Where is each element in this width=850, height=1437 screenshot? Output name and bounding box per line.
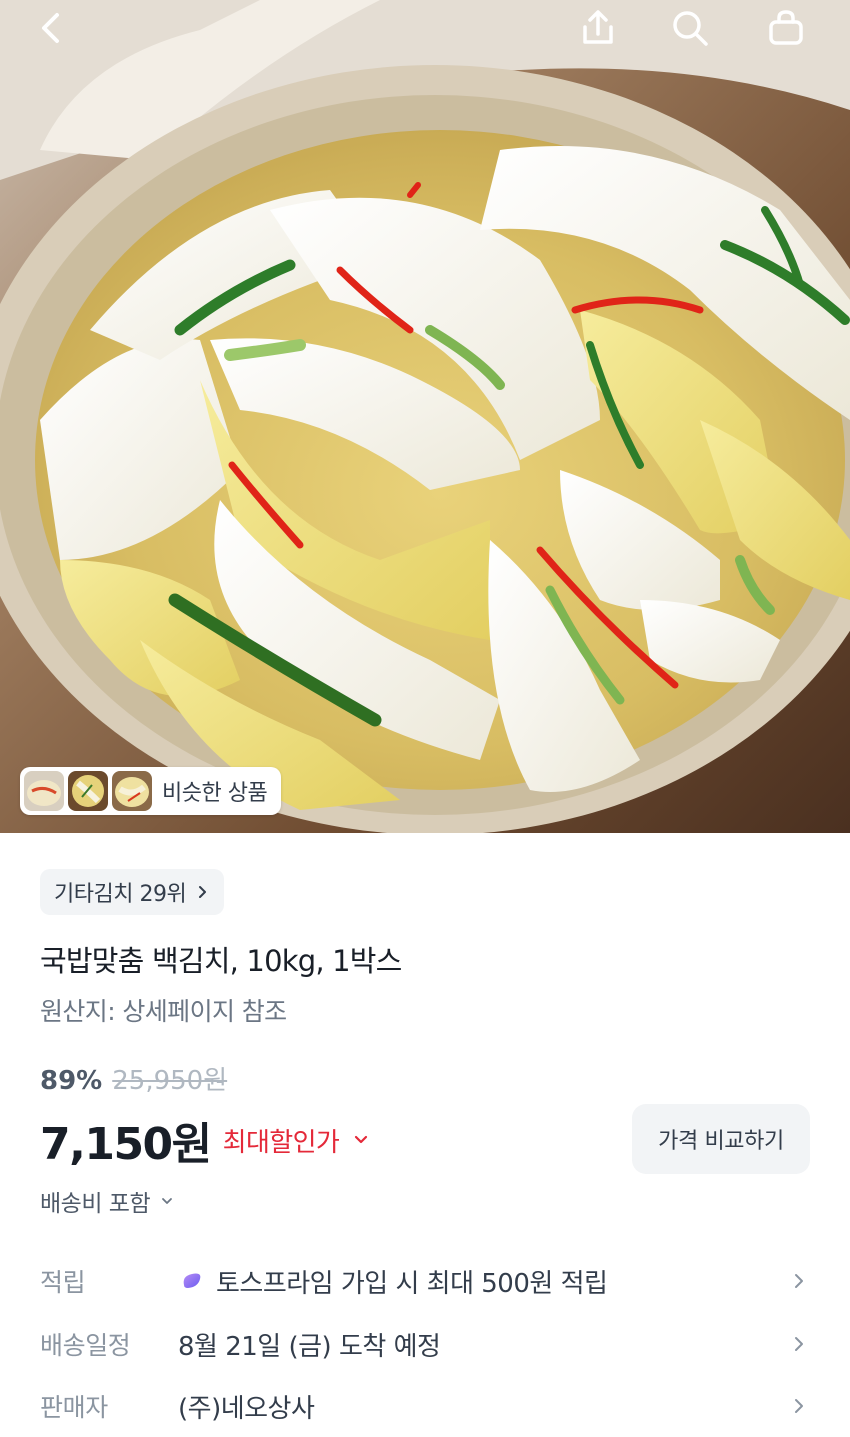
similar-thumbnail-3 xyxy=(112,771,152,811)
info-row-delivery[interactable]: 배송일정 8월 21일 (금) 도착 예정 xyxy=(0,1316,850,1372)
cart-button[interactable] xyxy=(762,4,810,52)
category-rank-label: 기타김치 29위 xyxy=(54,882,187,907)
back-button[interactable] xyxy=(26,4,74,52)
product-title: 국밥맞춤 백김치, 10kg, 1박스 xyxy=(40,944,402,978)
original-price: 25,950원 xyxy=(112,1066,228,1096)
search-button[interactable] xyxy=(666,4,714,52)
share-icon xyxy=(583,10,613,44)
info-row-key: 판매자 xyxy=(40,1393,108,1422)
chevron-down-icon xyxy=(162,1198,173,1204)
chevron-left-icon xyxy=(42,13,59,43)
top-navigation-bar xyxy=(0,0,850,60)
shipping-fee-label: 배송비 포함 xyxy=(40,1191,151,1217)
shopping-bag-icon xyxy=(769,10,803,45)
similar-products-label: 비슷한 상품 xyxy=(162,781,268,806)
similar-thumbnail-1 xyxy=(24,771,64,811)
product-image[interactable]: 비슷한 상품 xyxy=(0,0,850,833)
info-row-key: 적립 xyxy=(40,1268,86,1297)
similar-thumbnail-2 xyxy=(68,771,108,811)
toss-prime-icon xyxy=(183,1273,201,1288)
share-button[interactable] xyxy=(574,4,622,52)
price-compare-button[interactable]: 가격 비교하기 xyxy=(632,1104,810,1174)
discount-row: 89% 25,950원 xyxy=(40,1060,227,1097)
sale-price: 7,150원 xyxy=(40,1119,212,1170)
chevron-right-icon xyxy=(795,1399,803,1413)
chevron-right-icon xyxy=(795,1274,803,1288)
product-origin: 원산지: 상세페이지 참조 xyxy=(40,997,287,1026)
similar-products-chip[interactable]: 비슷한 상품 xyxy=(20,767,282,815)
price-row: 7,150원 최대할인가 xyxy=(40,1108,369,1172)
max-discount-label: 최대할인가 xyxy=(222,1127,340,1158)
chevron-down-icon xyxy=(355,1135,368,1144)
delivery-date-text: 8월 21일 (금) 도착 예정 xyxy=(178,1331,441,1362)
category-rank-chip[interactable]: 기타김치 29위 xyxy=(40,869,225,915)
info-row-points[interactable]: 적립 토스프라임 가입 시 최대 500원 적립 xyxy=(0,1253,850,1309)
info-row-seller[interactable]: 판매자 (주)네오상사 xyxy=(0,1378,850,1434)
seller-name: (주)네오상사 xyxy=(178,1393,315,1424)
chevron-right-icon xyxy=(795,1337,803,1351)
kimchi-photo xyxy=(0,0,850,833)
shipping-fee-dropdown[interactable]: 배송비 포함 xyxy=(40,1184,174,1218)
info-row-value: 토스프라임 가입 시 최대 500원 적립 xyxy=(178,1263,608,1300)
chevron-right-icon xyxy=(199,886,207,898)
price-compare-label: 가격 비교하기 xyxy=(658,1129,784,1154)
max-discount-dropdown[interactable]: 최대할인가 xyxy=(223,1122,370,1159)
info-row-key: 배송일정 xyxy=(40,1331,131,1360)
search-icon xyxy=(673,11,708,46)
points-text: 토스프라임 가입 시 최대 500원 적립 xyxy=(216,1268,608,1299)
discount-percent: 89% xyxy=(40,1066,103,1096)
